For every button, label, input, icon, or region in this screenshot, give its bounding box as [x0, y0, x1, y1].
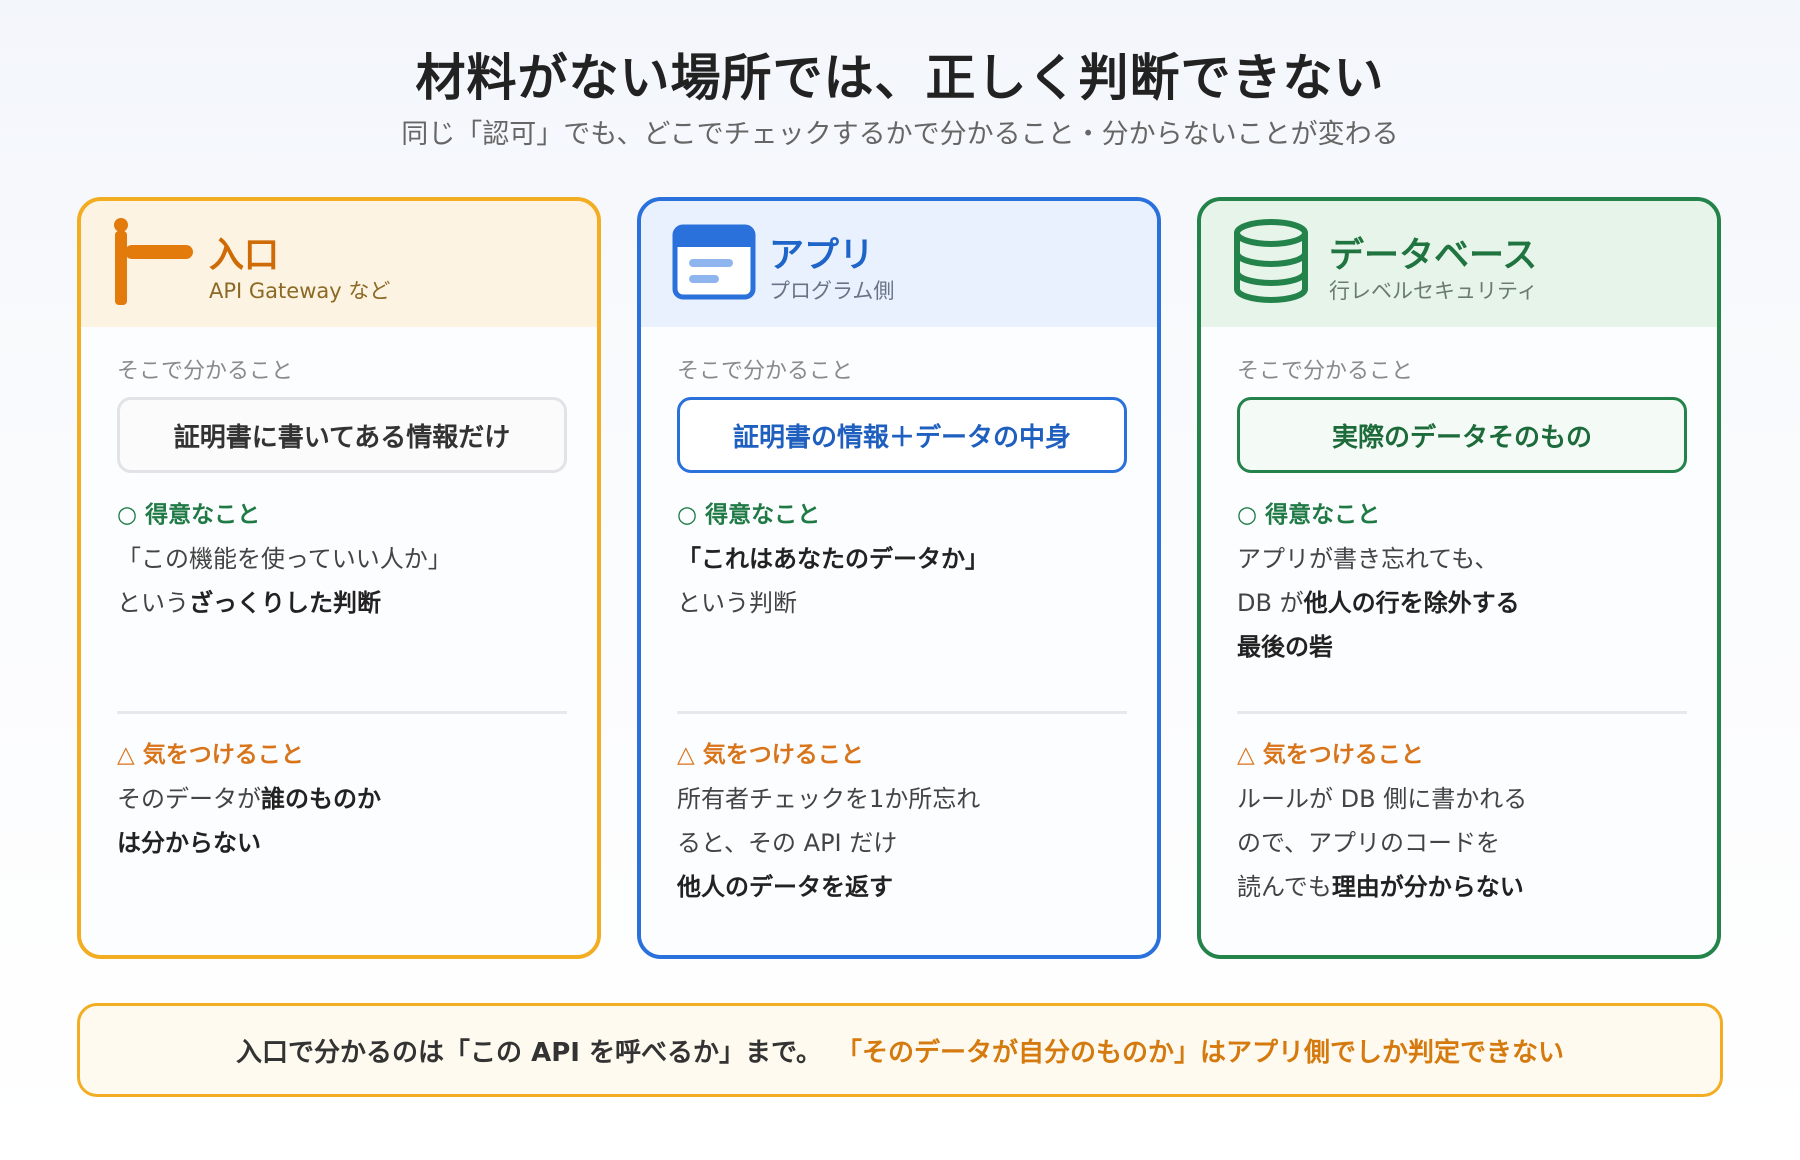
warn-label: △ 気をつけること: [117, 742, 304, 768]
text-line: 最後の砦: [1237, 633, 1333, 661]
good-label: ○ 得意なこと: [677, 502, 821, 528]
knows-box: 実際のデータそのもの: [1237, 397, 1687, 473]
good-text: アプリが書き忘れても、 DB が他人の行を除外する 最後の砦: [1237, 537, 1520, 669]
text-line: というざっくりした判断: [117, 589, 381, 617]
card-header: アプリ プログラム側: [641, 201, 1157, 327]
text-line: DB が他人の行を除外する: [1237, 589, 1520, 617]
text-line: ので、アプリのコードを: [1237, 829, 1501, 857]
card-header: データベース 行レベルセキュリティ: [1201, 201, 1717, 327]
knows-label: そこで分かること: [1237, 359, 1414, 384]
database-icon: [1234, 219, 1308, 303]
card-subtitle: プログラム側: [769, 279, 895, 303]
warn-text: ルールが DB 側に書かれる ので、アプリのコードを 読んでも理由が分からない: [1237, 777, 1527, 909]
warn-text: そのデータが誰のものか は分からない: [117, 777, 381, 865]
good-text: 「この機能を使っていい人か」 というざっくりした判断: [117, 537, 452, 625]
good-label: ○ 得意なこと: [117, 502, 261, 528]
card-database: データベース 行レベルセキュリティ そこで分かること 実際のデータそのもの ○ …: [1197, 197, 1721, 959]
page-title: 材料がない場所では、正しく判断できない: [415, 49, 1385, 107]
card-body: そこで分かること 証明書の情報＋データの中身 ○ 得意なこと 「これはあなたのデ…: [641, 327, 1157, 955]
card-header: 入口 API Gateway など: [81, 201, 597, 327]
knows-label: そこで分かること: [677, 359, 854, 384]
text-line: 所有者チェックを1か所忘れ: [677, 785, 981, 813]
text-line: そのデータが誰のものか: [117, 785, 381, 813]
good-text: 「これはあなたのデータか」 という判断: [677, 537, 989, 625]
warn-label: △ 気をつけること: [1237, 742, 1424, 768]
knows-label: そこで分かること: [117, 359, 294, 384]
text-line: 「これはあなたのデータか」: [677, 545, 989, 573]
text-line: という判断: [677, 589, 797, 617]
warn-label: △ 気をつけること: [677, 742, 864, 768]
text-line: は分からない: [117, 829, 261, 857]
card-subtitle: 行レベルセキュリティ: [1329, 279, 1538, 303]
divider: [117, 711, 567, 714]
text-line: ると、その API だけ: [677, 829, 898, 857]
card-body: そこで分かること 実際のデータそのもの ○ 得意なこと アプリが書き忘れても、 …: [1201, 327, 1717, 955]
text-line: ルールが DB 側に書かれる: [1237, 785, 1528, 813]
card-title: データベース: [1329, 236, 1538, 276]
card-title: アプリ: [769, 236, 875, 276]
card-subtitle: API Gateway など: [209, 279, 391, 303]
footer-text: 入口で分かるのは「この API を呼べるか」まで。: [236, 1037, 822, 1068]
card-body: そこで分かること 証明書に書いてある情報だけ ○ 得意なこと 「この機能を使って…: [81, 327, 597, 955]
divider: [1237, 711, 1687, 714]
text-line: 読んでも理由が分からない: [1237, 873, 1524, 901]
text-line: アプリが書き忘れても、: [1237, 545, 1499, 573]
footer-summary: 入口で分かるのは「この API を呼べるか」まで。 「そのデータが自分のものか」…: [77, 1003, 1723, 1097]
footer-accent-text: 「そのデータが自分のものか」はアプリ側でしか判定できない: [835, 1037, 1564, 1068]
gate-icon: [114, 218, 193, 305]
knows-box: 証明書の情報＋データの中身: [677, 397, 1127, 473]
divider: [677, 711, 1127, 714]
text-line: 他人のデータを返す: [677, 873, 893, 901]
page-subtitle: 同じ「認可」でも、どこでチェックするかで分かること・分からないことが変わる: [401, 119, 1399, 150]
app-window-icon: [672, 224, 756, 300]
card-title: 入口: [209, 236, 280, 276]
text-line: 「この機能を使っていい人か」: [117, 545, 452, 573]
card-app: アプリ プログラム側 そこで分かること 証明書の情報＋データの中身 ○ 得意なこ…: [637, 197, 1161, 959]
card-gate: 入口 API Gateway など そこで分かること 証明書に書いてある情報だけ…: [77, 197, 601, 959]
good-label: ○ 得意なこと: [1237, 502, 1381, 528]
warn-text: 所有者チェックを1か所忘れ ると、その API だけ 他人のデータを返す: [677, 777, 980, 909]
knows-box: 証明書に書いてある情報だけ: [117, 397, 567, 473]
